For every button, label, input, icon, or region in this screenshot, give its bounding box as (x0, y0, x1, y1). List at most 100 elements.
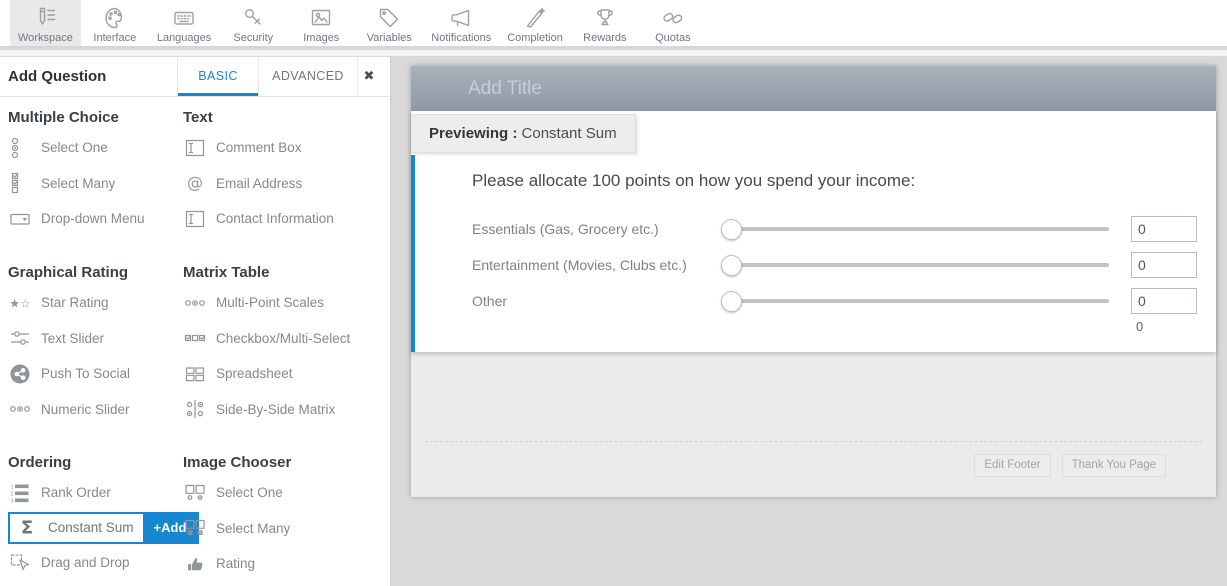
toolbar-item-languages[interactable]: Languages (149, 0, 219, 46)
section-title: Matrix Table (183, 263, 355, 283)
toolbar-item-quotas[interactable]: Quotas (639, 0, 707, 46)
question-preview-card: Previewing : Constant Sum Please allocat… (411, 111, 1216, 352)
question-type-contact-information[interactable]: Contact Information (183, 201, 355, 237)
edit-footer-button[interactable]: Edit Footer (974, 454, 1050, 477)
checkbox-list-icon (8, 171, 32, 195)
footer-separator (425, 441, 1202, 442)
section-title: Image Chooser (183, 453, 355, 473)
slider-track (727, 299, 1109, 303)
question-type-star-rating[interactable]: ★☆ Star Rating (8, 285, 180, 321)
section-title: Multiple Choice (8, 108, 180, 128)
rank-list-icon: 123 (8, 481, 32, 505)
palette-icon (102, 5, 128, 31)
previewing-value: Constant Sum (522, 125, 617, 142)
section-multiple-choice: Multiple Choice Select One Select Many D… (8, 108, 180, 237)
close-icon[interactable]: ✖ (356, 57, 382, 95)
svg-text:Σ: Σ (21, 517, 33, 538)
slider-thumb[interactable] (721, 291, 742, 312)
question-type-select-many[interactable]: Select Many (183, 511, 355, 547)
svg-text:★☆: ★☆ (9, 296, 31, 310)
question-text: Please allocate 100 points on how you sp… (472, 171, 915, 191)
image-icon (308, 5, 334, 31)
slider-thumb[interactable] (721, 255, 742, 276)
wand-icon (522, 5, 548, 31)
question-type-select-many[interactable]: Select Many (8, 166, 180, 202)
question-type-select-one[interactable]: Select One (183, 475, 355, 511)
question-type-checkbox-multi-select[interactable]: Checkbox/Multi-Select (183, 321, 355, 357)
points-input[interactable] (1131, 288, 1197, 314)
numeric-slider-icon (183, 291, 207, 315)
row-label: Other (472, 293, 727, 309)
side-by-side-icon (183, 397, 207, 421)
section-matrix-table: Matrix Table Multi-Point Scales Checkbox… (183, 263, 355, 427)
toolbar-item-rewards[interactable]: Rewards (571, 0, 639, 46)
points-total: 0 (1131, 319, 1197, 334)
survey-builder-app: Workspace Interface Languages Security I… (0, 0, 1227, 586)
panel-title: Add Question (8, 57, 106, 96)
svg-text:@: @ (187, 173, 203, 192)
constant-sum-rows: Essentials (Gas, Grocery etc.) Entertain… (472, 211, 1197, 319)
question-type-side-by-side-matrix[interactable]: Side-By-Side Matrix (183, 392, 355, 428)
section-ordering: Ordering 123 Rank Order Σ Constant Sum +… (8, 453, 180, 580)
tag-icon (376, 5, 402, 31)
question-type-spreadsheet[interactable]: Spreadsheet (183, 356, 355, 392)
question-type-rank-order[interactable]: 123 Rank Order (8, 475, 180, 511)
drag-drop-icon (8, 550, 32, 574)
section-text: Text Comment Box @ Email Address Contact… (183, 108, 355, 237)
survey-preview-panel: Add Title Previewing : Constant Sum Plea… (411, 66, 1216, 497)
section-title: Ordering (8, 453, 180, 473)
question-type-drop-down-menu[interactable]: Drop-down Menu (8, 201, 180, 237)
question-type-comment-box[interactable]: Comment Box (183, 130, 355, 166)
question-type-numeric-slider[interactable]: Numeric Slider (8, 392, 180, 428)
points-slider[interactable] (727, 219, 1109, 240)
workspace-icon (32, 5, 58, 31)
dropdown-icon (8, 207, 32, 231)
constant-sum-row: Other (472, 283, 1197, 319)
question-accent-strip (411, 155, 415, 352)
sigma-icon: Σ (15, 516, 39, 540)
thank-you-page-button[interactable]: Thank You Page (1062, 454, 1166, 477)
image-radio-icon (183, 481, 207, 505)
points-slider[interactable] (727, 291, 1109, 312)
toolbar-item-notifications[interactable]: Notifications (423, 0, 499, 46)
question-type-select-one[interactable]: Select One (8, 130, 180, 166)
points-input[interactable] (1131, 216, 1197, 242)
at-icon: @ (183, 171, 207, 195)
tab-advanced[interactable]: ADVANCED (258, 57, 358, 95)
points-input[interactable] (1131, 252, 1197, 278)
question-type-email-address[interactable]: @ Email Address (183, 166, 355, 202)
image-check-icon (183, 516, 207, 540)
key-icon (240, 5, 266, 31)
question-type-multi-point-scales[interactable]: Multi-Point Scales (183, 285, 355, 321)
previewing-label: Previewing : (429, 125, 517, 142)
points-slider[interactable] (727, 255, 1109, 276)
slider-thumb[interactable] (721, 219, 742, 240)
constant-sum-row: Essentials (Gas, Grocery etc.) (472, 211, 1197, 247)
stars-icon: ★☆ (8, 291, 32, 315)
thumb-up-icon (183, 552, 207, 576)
toolbar-item-workspace[interactable]: Workspace (10, 0, 81, 46)
textbox-icon (183, 207, 207, 231)
section-title: Text (183, 108, 355, 128)
section-graphical-rating: Graphical Rating ★☆ Star Rating Text Sli… (8, 263, 180, 427)
toolbar-item-security[interactable]: Security (219, 0, 287, 46)
add-title-placeholder[interactable]: Add Title (468, 66, 1216, 111)
row-label: Entertainment (Movies, Clubs etc.) (472, 257, 727, 273)
question-type-constant-sum[interactable]: Σ Constant Sum +Add (8, 512, 199, 544)
tab-basic[interactable]: BASIC (177, 57, 258, 95)
question-type-rating[interactable]: Rating (183, 546, 355, 582)
toolbar-item-images[interactable]: Images (287, 0, 355, 46)
question-type-drag-and-drop[interactable]: Drag and Drop (8, 545, 180, 581)
chain-icon (660, 5, 686, 31)
constant-sum-row: Entertainment (Movies, Clubs etc.) (472, 247, 1197, 283)
textbox-icon (183, 136, 207, 160)
top-toolbar: Workspace Interface Languages Security I… (0, 0, 1227, 48)
toolbar-item-completion[interactable]: Completion (499, 0, 571, 46)
toolbar-item-variables[interactable]: Variables (355, 0, 423, 46)
question-type-push-to-social[interactable]: Push To Social (8, 356, 180, 392)
footer-buttons: Edit Footer Thank You Page (974, 454, 1166, 477)
question-type-text-slider[interactable]: Text Slider (8, 321, 180, 357)
toolbar-item-interface[interactable]: Interface (81, 0, 149, 46)
trophy-icon (592, 5, 618, 31)
grid-icon (183, 362, 207, 386)
